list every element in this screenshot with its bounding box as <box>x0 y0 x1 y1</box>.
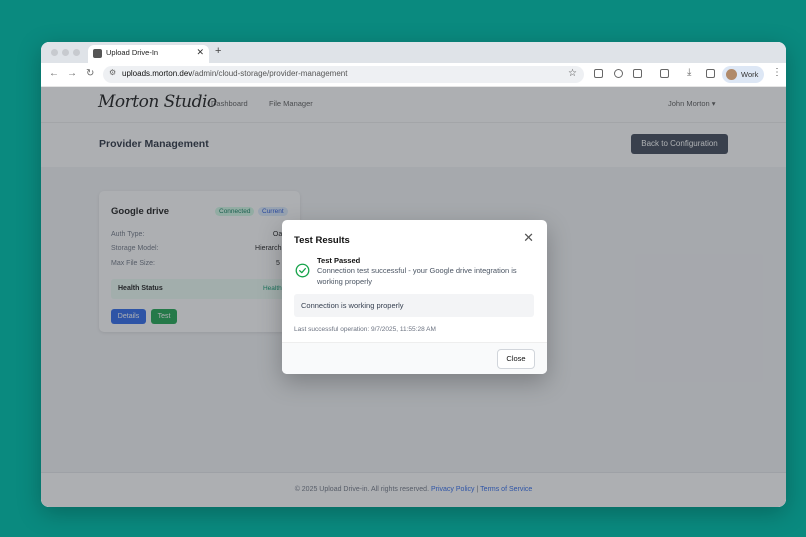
site-settings-icon[interactable]: ⚙ <box>109 68 116 77</box>
tab-title: Upload Drive-In <box>106 48 159 57</box>
close-icon[interactable]: ✕ <box>523 231 534 244</box>
favicon-icon <box>93 49 102 58</box>
connection-info-box: Connection is working properly <box>294 294 534 317</box>
download-icon[interactable]: ⤓ <box>687 67 691 78</box>
profile-label: Work <box>741 70 759 79</box>
extension-circle-icon[interactable] <box>614 69 623 78</box>
last-operation-text: Last successful operation: 9/7/2025, 11:… <box>294 326 436 333</box>
url-text: uploads.morton.dev/admin/cloud-storage/p… <box>122 69 348 78</box>
close-button[interactable]: Close <box>497 349 535 369</box>
window-minimize-dot[interactable] <box>62 49 69 56</box>
dialog-footer: Close <box>282 342 547 374</box>
back-arrow-icon[interactable]: ← <box>49 68 59 79</box>
reload-icon[interactable]: ↻ <box>86 68 94 79</box>
browser-window: Upload Drive-In ✕ + ← → ↻ ⚙ uploads.mort… <box>41 42 786 507</box>
check-circle-icon <box>295 263 310 278</box>
new-tab-icon[interactable]: + <box>215 45 221 57</box>
avatar <box>726 69 737 80</box>
address-bar[interactable]: ⚙ uploads.morton.dev/admin/cloud-storage… <box>103 66 584 83</box>
dialog-title: Test Results <box>294 235 350 246</box>
test-status: Test Passed <box>317 256 361 265</box>
cast-icon[interactable] <box>660 69 669 78</box>
window-close-dot[interactable] <box>51 49 58 56</box>
reading-list-icon[interactable] <box>706 69 715 78</box>
tab-close-icon[interactable]: ✕ <box>196 47 204 58</box>
profile-button[interactable]: Work <box>722 66 764 83</box>
test-results-dialog: Test Results ✕ Test Passed Connection te… <box>282 220 547 374</box>
puzzle-extension-icon[interactable] <box>633 69 642 78</box>
browser-menu-icon[interactable]: ⋮ <box>772 67 782 78</box>
window-zoom-dot[interactable] <box>73 49 80 56</box>
browser-tab[interactable]: Upload Drive-In ✕ <box>88 45 209 63</box>
forward-arrow-icon[interactable]: → <box>67 68 77 79</box>
connection-info-text: Connection is working properly <box>301 301 404 310</box>
bookmark-star-icon[interactable]: ☆ <box>568 68 577 79</box>
screenshot-icon[interactable] <box>594 69 603 78</box>
web-page: Morton Studio Dashboard File Manager Joh… <box>41 87 786 507</box>
tab-strip: Upload Drive-In ✕ + <box>41 42 786 63</box>
test-message: Connection test successful - your Google… <box>317 266 517 286</box>
browser-toolbar: ← → ↻ ⚙ uploads.morton.dev/admin/cloud-s… <box>41 63 786 87</box>
